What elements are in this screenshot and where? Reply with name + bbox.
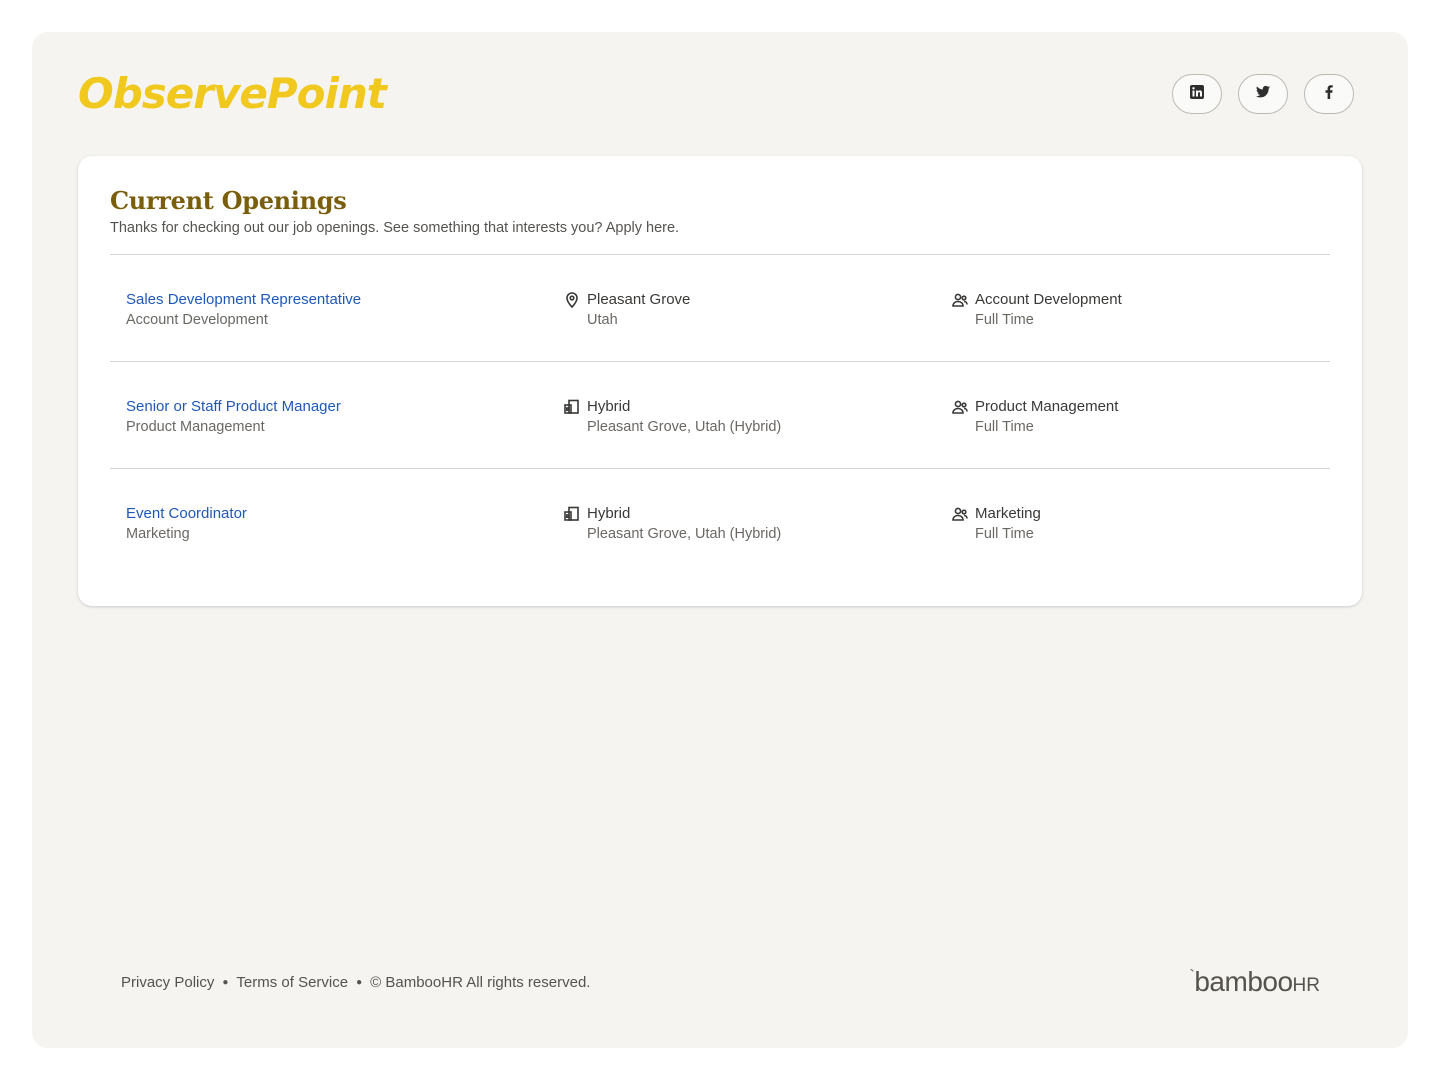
openings-card: Current Openings Thanks for checking out…: [78, 156, 1362, 606]
team-icon: [951, 291, 969, 309]
job-title-link[interactable]: Event Coordinator: [126, 503, 247, 524]
job-location: Pleasant Grove: [587, 291, 691, 308]
social-links: [1172, 74, 1354, 114]
copyright-text: © BambooHR All rights reserved.: [370, 974, 591, 991]
hybrid-building-icon: [563, 398, 581, 416]
job-title-link[interactable]: Sales Development Representative: [126, 289, 361, 310]
leaf-icon: `: [1189, 968, 1195, 985]
job-location-detail: Pleasant Grove, Utah (Hybrid): [587, 419, 782, 435]
job-title-link[interactable]: Senior or Staff Product Manager: [126, 396, 341, 417]
footer: Privacy Policy ● Terms of Service ● © Ba…: [121, 974, 590, 991]
job-type: Full Time: [975, 419, 1034, 435]
job-type: Full Time: [975, 526, 1034, 542]
job-department: Account Development: [126, 312, 268, 328]
job-location: Hybrid: [587, 505, 631, 522]
twitter-icon: [1255, 84, 1271, 105]
facebook-icon: [1321, 84, 1337, 105]
facebook-button[interactable]: [1304, 74, 1354, 114]
separator-dot: ●: [222, 977, 229, 988]
job-location: Hybrid: [587, 398, 631, 415]
job-team: Product Management: [975, 398, 1119, 415]
separator-dot: ●: [356, 977, 363, 988]
job-department: Product Management: [126, 419, 265, 435]
team-icon: [951, 505, 969, 523]
openings-title: Current Openings: [110, 186, 347, 215]
job-team: Marketing: [975, 505, 1041, 522]
twitter-button[interactable]: [1238, 74, 1288, 114]
map-pin-icon: [563, 291, 581, 309]
openings-subtitle: Thanks for checking out our job openings…: [110, 220, 680, 236]
page-frame: ObservePoint Current Openings Thanks for…: [32, 32, 1408, 1048]
job-row: Senior or Staff Product Manager Product …: [110, 362, 1330, 468]
hybrid-building-icon: [563, 505, 581, 523]
linkedin-button[interactable]: [1172, 74, 1222, 114]
job-type: Full Time: [975, 312, 1034, 328]
job-location-detail: Pleasant Grove, Utah (Hybrid): [587, 526, 782, 542]
job-row: Sales Development Representative Account…: [110, 255, 1330, 361]
company-logo[interactable]: ObservePoint: [78, 68, 387, 120]
job-department: Marketing: [126, 526, 190, 542]
linkedin-icon: [1189, 84, 1205, 105]
job-row: Event Coordinator Marketing Hybrid Pleas…: [110, 469, 1330, 575]
company-logo-text: ObservePoint: [78, 69, 387, 118]
job-location-detail: Utah: [587, 312, 618, 328]
bamboohr-logo-suffix: HR: [1292, 975, 1320, 996]
team-icon: [951, 398, 969, 416]
terms-of-service-link[interactable]: Terms of Service: [236, 974, 348, 991]
bamboohr-logo[interactable]: `bambooHR: [1190, 966, 1320, 998]
job-team: Account Development: [975, 291, 1122, 308]
privacy-policy-link[interactable]: Privacy Policy: [121, 974, 214, 991]
bamboohr-logo-main: bamboo: [1194, 966, 1293, 997]
